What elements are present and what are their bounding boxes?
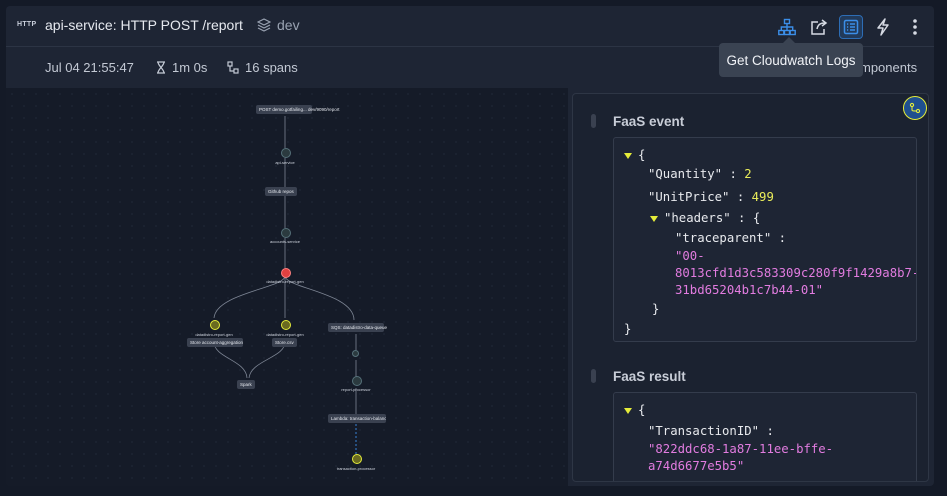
graph-node-lambda[interactable]: Lambda: transaction-balance-cal:TX2989..…: [328, 414, 386, 423]
faas-result-title: FaaS result: [613, 369, 686, 384]
branch-icon: [909, 102, 921, 114]
trace-graph[interactable]: POST demo.gotfailing... dev/9090/report …: [6, 88, 568, 486]
hourglass-icon: [157, 61, 165, 74]
collapse-toggle-icon[interactable]: [624, 407, 632, 414]
json-value-quantity: 2: [744, 167, 752, 181]
duration-label: 1m 0s: [172, 60, 208, 75]
collapse-toggle-icon[interactable]: [624, 152, 632, 159]
json-value-traceparent-line2: 8013cfd1d3c583309c280f9f1429a8b7-: [675, 266, 917, 280]
faas-result-json: { "TransactionID" : "822ddc68-1a87-11ee-…: [613, 392, 917, 481]
node-label-api-service: api-service: [275, 160, 295, 165]
environment-label: dev: [277, 17, 300, 33]
toolbar: [776, 15, 926, 39]
trace-map-toggle-button[interactable]: [903, 96, 927, 120]
node-label-report-gen-mid: datadistro-report-gen: [266, 332, 304, 337]
cloudwatch-logs-icon: [843, 19, 859, 35]
span-details-panel[interactable]: FaaS event { "Quantity" : 2 "UnitPrice" …: [572, 93, 929, 482]
json-key-headers: "headers": [664, 211, 731, 225]
json-value-unitprice: 499: [751, 190, 774, 204]
trace-title: api-service: HTTP POST /report: [45, 17, 243, 33]
lightning-button[interactable]: [872, 16, 894, 38]
graph-node-report-gen-mid[interactable]: [281, 320, 291, 330]
layers-icon: [257, 18, 271, 32]
graph-node-github-repos[interactable]: Github repos: [265, 187, 297, 196]
hierarchy-icon: [778, 18, 796, 36]
faas-event-json: { "Quantity" : 2 "UnitPrice" : 499 "head…: [613, 137, 917, 342]
node-label-report-gen-left: datadistro-report-gen: [195, 332, 233, 337]
faas-result-drag-handle[interactable]: [591, 369, 596, 383]
more-options-button[interactable]: [904, 16, 926, 38]
json-key-quantity: "Quantity": [648, 167, 723, 181]
node-label-transaction-processor: transaction-processor: [336, 466, 376, 471]
json-value-transactionid-line2: a74d6677e5b5": [648, 459, 745, 473]
more-vertical-icon: [913, 19, 917, 35]
faas-event-drag-handle[interactable]: [591, 114, 596, 128]
faas-event-title: FaaS event: [613, 114, 685, 129]
http-icon: HTTP: [17, 21, 37, 28]
json-value-transactionid-line1: "822ddc68-1a87-11ee-bffe-: [648, 442, 834, 456]
graph-node-accounts-service[interactable]: [281, 228, 291, 238]
components-toggle[interactable]: mponents: [860, 60, 917, 75]
collapse-toggle-icon[interactable]: [650, 215, 658, 222]
json-key-traceparent: "traceparent": [675, 231, 772, 245]
graph-node-report-gen-left[interactable]: [210, 320, 220, 330]
graph-node-store-account[interactable]: Store account-aggregation...: [187, 338, 243, 347]
spans-icon: [227, 61, 239, 74]
share-button[interactable]: [808, 16, 830, 38]
json-key-unitprice: "UnitPrice": [648, 190, 730, 204]
graph-node-spark[interactable]: Spark: [237, 380, 255, 389]
graph-node-transaction-processor[interactable]: [352, 454, 362, 464]
trace-span-count: 16 spans: [227, 60, 298, 75]
lightning-icon: [877, 18, 889, 36]
graph-node-http-post[interactable]: POST demo.gotfailing... dev/9090/report: [256, 105, 339, 114]
trace-duration: 1m 0s: [156, 60, 207, 75]
cloudwatch-logs-button[interactable]: [839, 15, 863, 39]
json-key-transactionid: "TransactionID": [648, 424, 760, 438]
json-value-traceparent-line3: 31bd65204b1c7b44-01": [675, 283, 824, 297]
spans-label: 16 spans: [245, 60, 298, 75]
trace-timestamp: Jul 04 21:55:47: [45, 60, 134, 75]
cloudwatch-tooltip: Get Cloudwatch Logs: [719, 37, 863, 77]
graph-node-connector[interactable]: [352, 350, 359, 357]
graph-node-report-gen-error[interactable]: [281, 268, 291, 278]
trace-panel: HTTP api-service: HTTP POST /report dev: [6, 6, 934, 486]
node-label-report-gen: datadistro-report-gen: [266, 279, 304, 284]
graph-node-sqs-queue[interactable]: SQS: datadistro-data-queue: [328, 323, 387, 332]
graph-node-report-processor[interactable]: [352, 376, 362, 386]
json-value-traceparent-line1: "00-: [675, 249, 705, 263]
node-label-report-processor: report-processor: [341, 387, 371, 392]
environment-badge[interactable]: dev: [257, 17, 300, 33]
graph-node-api-service[interactable]: [281, 148, 291, 158]
graph-node-store-csv[interactable]: Store.csv: [272, 338, 297, 347]
node-label-accounts-service: accounts-service: [269, 239, 301, 244]
share-icon: [811, 19, 828, 35]
hierarchy-button[interactable]: [776, 16, 798, 38]
